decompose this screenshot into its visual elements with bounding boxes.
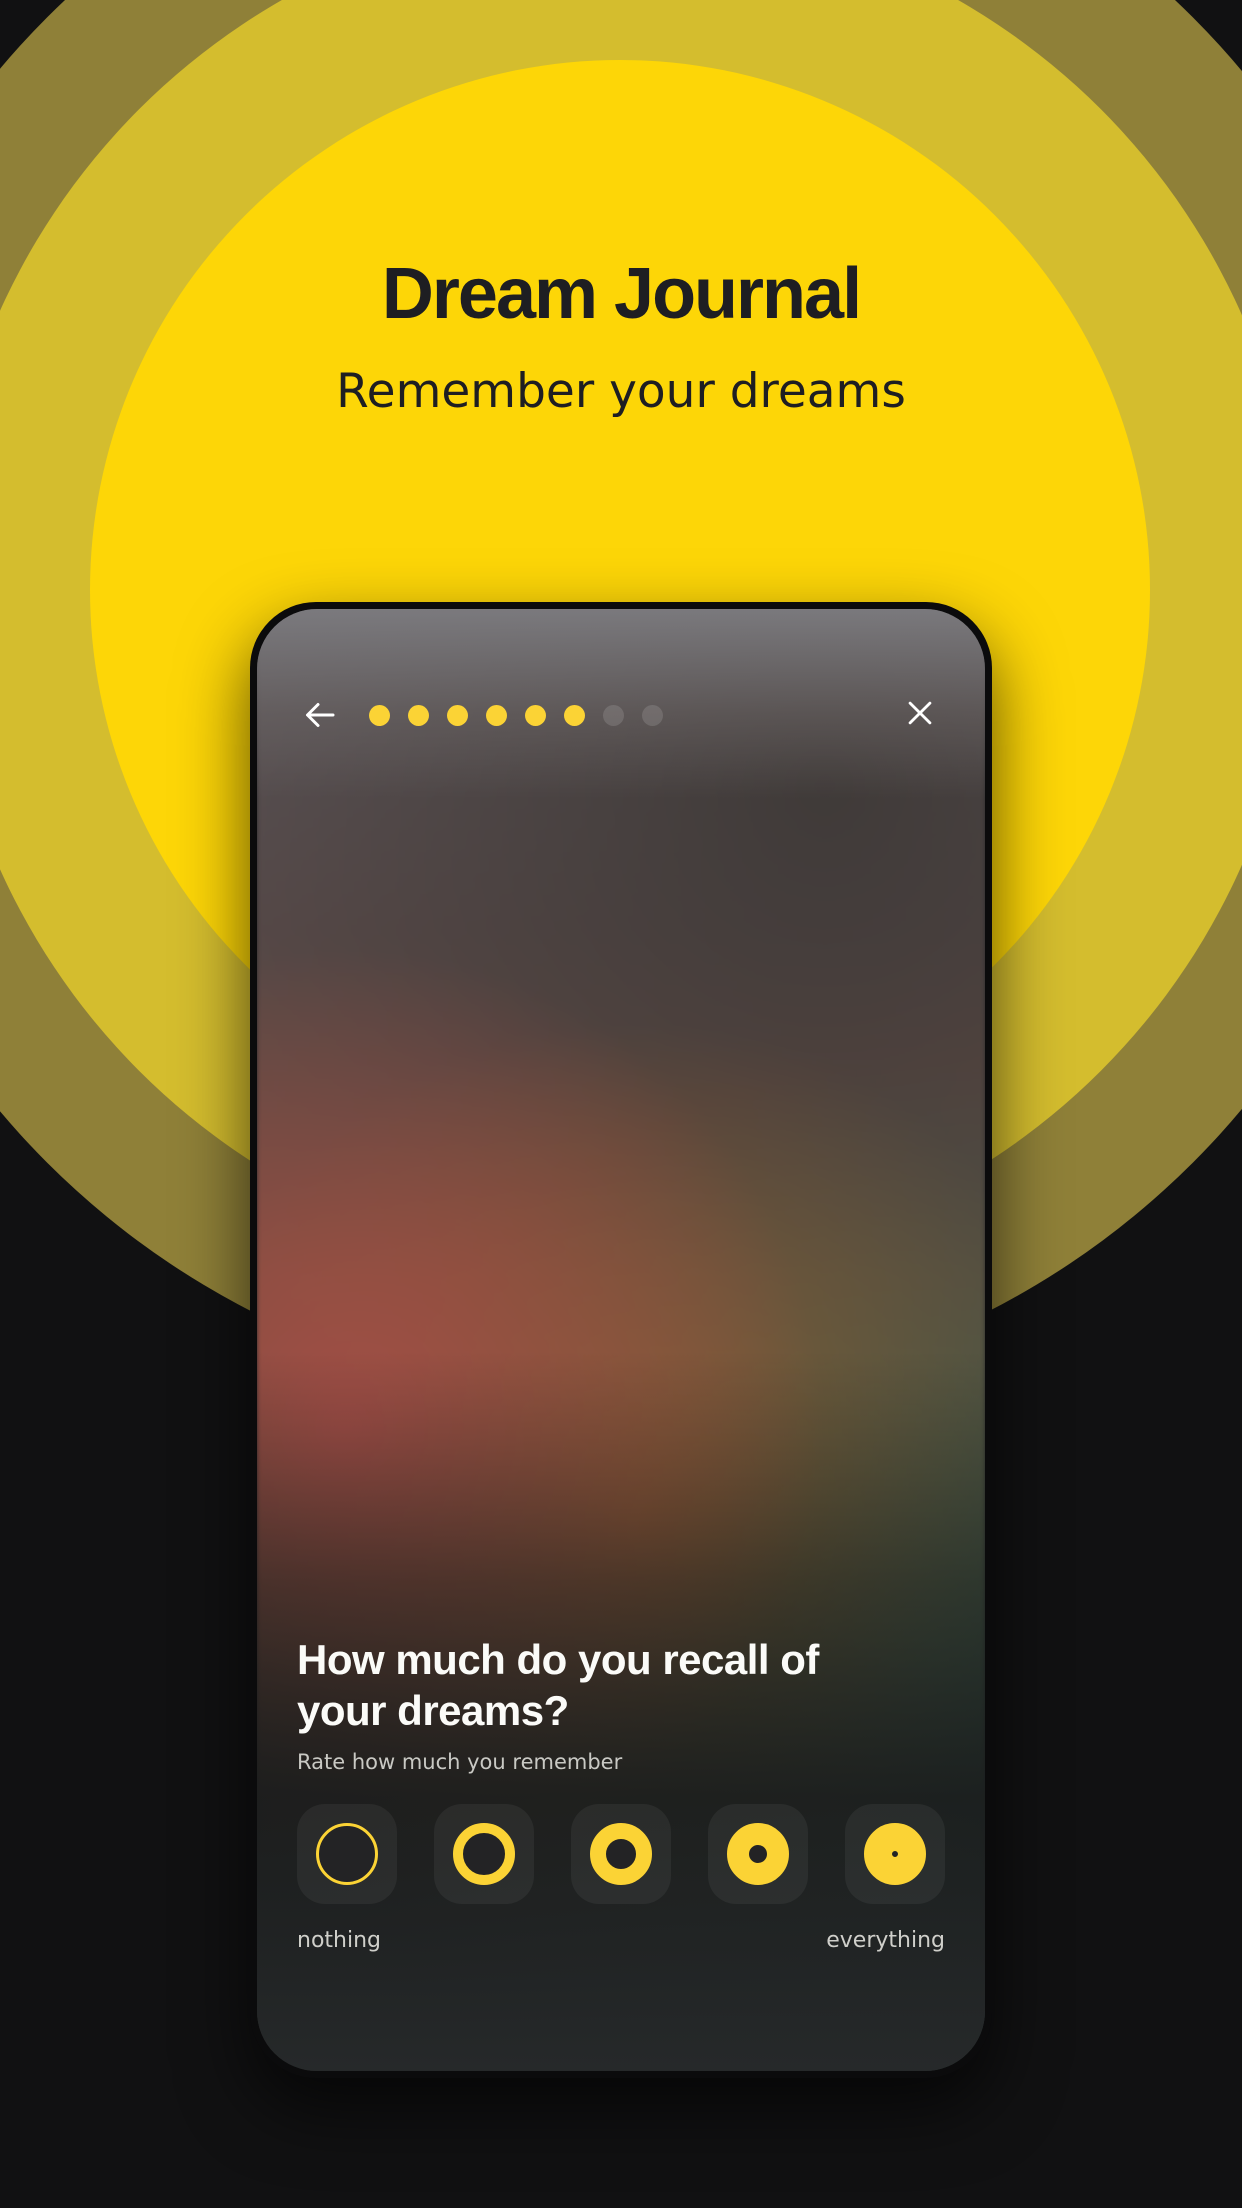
hero-section: Dream Journal Remember your dreams bbox=[0, 0, 1242, 419]
app-tagline: Remember your dreams bbox=[336, 364, 906, 419]
recall-level-4-icon bbox=[727, 1823, 789, 1885]
rating-option-5[interactable] bbox=[845, 1804, 945, 1904]
recall-level-2-icon bbox=[453, 1823, 515, 1885]
progress-dot[interactable] bbox=[603, 704, 624, 726]
question-section: How much do you recall of your dreams? R… bbox=[257, 1634, 985, 2071]
recall-level-3-icon bbox=[590, 1823, 652, 1885]
close-button[interactable] bbox=[893, 688, 947, 742]
progress-dots bbox=[369, 704, 893, 726]
app-title: Dream Journal bbox=[381, 254, 862, 334]
phone-mockup: How much do you recall of your dreams? R… bbox=[250, 602, 992, 2078]
scale-min-label: nothing bbox=[297, 1928, 381, 1953]
onboarding-header bbox=[257, 683, 985, 747]
back-button[interactable] bbox=[295, 689, 347, 741]
arrow-left-icon bbox=[303, 697, 339, 733]
progress-dot[interactable] bbox=[408, 704, 429, 726]
progress-dot[interactable] bbox=[369, 704, 390, 726]
close-icon bbox=[903, 696, 937, 735]
scale-labels: nothing everything bbox=[297, 1928, 945, 1953]
phone-screen: How much do you recall of your dreams? R… bbox=[257, 609, 985, 2071]
progress-dot[interactable] bbox=[486, 704, 507, 726]
scale-max-label: everything bbox=[826, 1928, 945, 1953]
recall-level-5-icon bbox=[864, 1823, 926, 1885]
progress-dot[interactable] bbox=[564, 704, 585, 726]
rating-option-2[interactable] bbox=[434, 1804, 534, 1904]
progress-dot[interactable] bbox=[447, 704, 468, 726]
recall-level-1-icon bbox=[316, 1823, 378, 1885]
rating-option-4[interactable] bbox=[708, 1804, 808, 1904]
question-title: How much do you recall of your dreams? bbox=[297, 1635, 819, 1734]
rating-option-3[interactable] bbox=[571, 1804, 671, 1904]
rating-options bbox=[297, 1804, 945, 1904]
progress-dot[interactable] bbox=[642, 704, 663, 726]
rating-option-1[interactable] bbox=[297, 1804, 397, 1904]
question-subtitle: Rate how much you remember bbox=[297, 1750, 623, 1774]
progress-dot[interactable] bbox=[525, 704, 546, 726]
